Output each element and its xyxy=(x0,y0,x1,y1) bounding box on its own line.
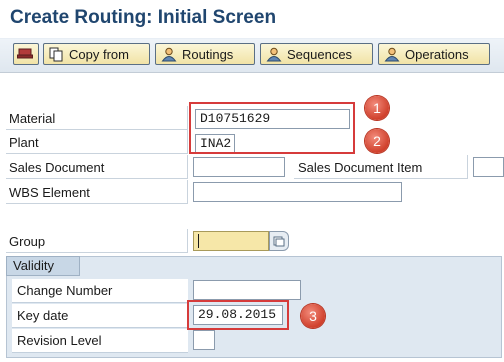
revision-level-label: Revision Level xyxy=(17,333,102,348)
operations-button[interactable]: Operations xyxy=(378,43,490,65)
revision-level-row: Revision Level xyxy=(12,329,188,353)
sales-document-item-input[interactable] xyxy=(473,157,504,177)
sales-document-item-row: Sales Document Item xyxy=(294,155,468,179)
sales-document-label: Sales Document xyxy=(9,160,105,175)
hat-icon xyxy=(17,48,33,59)
copy-icon xyxy=(49,47,63,61)
highlight-box-material-plant xyxy=(189,102,355,154)
marker-1: 1 xyxy=(365,96,389,120)
plant-row: Plant xyxy=(6,130,188,154)
group-row: Group xyxy=(6,229,188,253)
user-icon xyxy=(266,47,282,61)
change-number-label: Change Number xyxy=(17,283,113,298)
material-row: Material xyxy=(6,106,188,130)
key-date-row: Key date xyxy=(12,304,188,328)
copy-from-label: Copy from xyxy=(69,46,129,62)
copy-from-button[interactable]: Copy from xyxy=(43,43,150,65)
highlight-box-key-date xyxy=(187,300,289,330)
wbs-element-label: WBS Element xyxy=(9,185,90,200)
change-number-row: Change Number xyxy=(12,279,188,303)
key-date-label: Key date xyxy=(17,308,69,323)
change-number-input[interactable] xyxy=(193,280,301,300)
application-toolbar: Copy from Routings Sequences Operations xyxy=(0,39,504,73)
routings-button[interactable]: Routings xyxy=(155,43,255,65)
validity-tab: Validity xyxy=(6,256,80,276)
marker-3: 3 xyxy=(301,304,325,328)
routings-label: Routings xyxy=(182,46,234,62)
group-value-help-button[interactable] xyxy=(269,231,289,251)
group-input[interactable] xyxy=(193,231,269,251)
other-routing-button[interactable] xyxy=(13,43,39,65)
revision-level-input[interactable] xyxy=(193,330,215,350)
page-title: Create Routing: Initial Screen xyxy=(10,7,277,28)
plant-label: Plant xyxy=(9,135,39,150)
material-label: Material xyxy=(9,111,56,126)
title-bar: Create Routing: Initial Screen xyxy=(0,0,504,39)
group-label: Group xyxy=(9,234,46,249)
wbs-element-input[interactable] xyxy=(193,182,402,202)
sequences-button[interactable]: Sequences xyxy=(260,43,373,65)
text-cursor xyxy=(198,234,199,248)
sales-document-row: Sales Document xyxy=(6,155,188,179)
value-help-icon xyxy=(273,236,285,247)
operations-label: Operations xyxy=(405,46,469,62)
wbs-element-row: WBS Element xyxy=(6,180,188,204)
marker-2: 2 xyxy=(365,129,389,153)
sales-document-item-label: Sales Document Item xyxy=(298,160,423,175)
user-icon xyxy=(384,47,400,61)
sequences-label: Sequences xyxy=(287,46,353,62)
user-icon xyxy=(161,47,177,61)
sales-document-input[interactable] xyxy=(193,157,285,177)
